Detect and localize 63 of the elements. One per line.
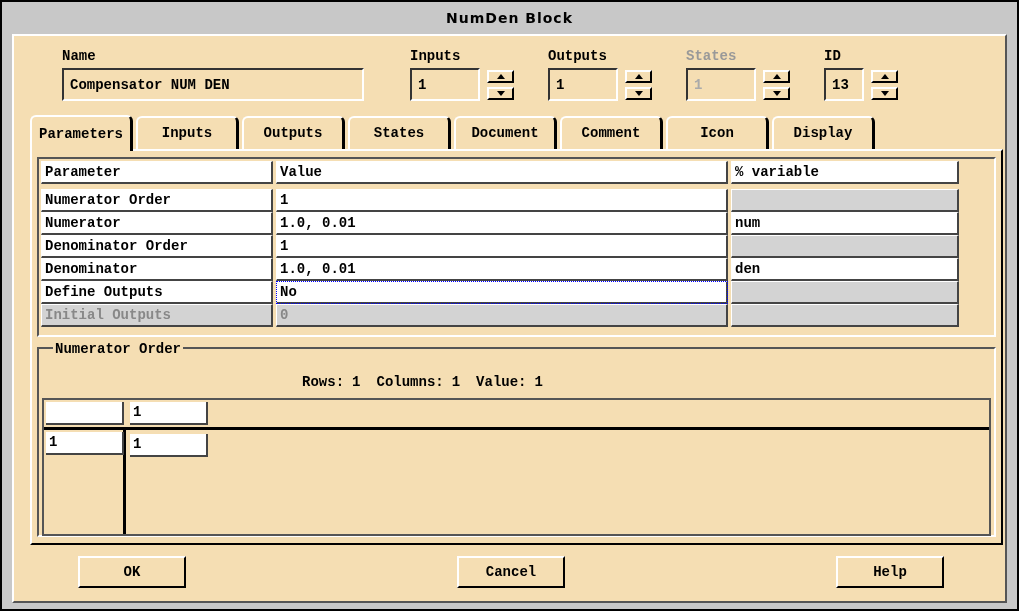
increment-button[interactable] [487, 70, 514, 83]
summary-label: Rows: [302, 373, 345, 392]
tab[interactable]: Comment [560, 116, 663, 149]
number-field[interactable]: 1 [548, 68, 618, 101]
decrement-button[interactable] [487, 87, 514, 100]
down-arrow-icon [771, 90, 782, 97]
table-cell: 0 [276, 304, 728, 327]
field-label: States [686, 47, 738, 66]
field-label: ID [824, 47, 842, 66]
table-cell[interactable]: 1 [276, 189, 728, 212]
table-cell[interactable]: 1.0, 0.01 [276, 258, 728, 281]
decrement-button[interactable] [763, 87, 790, 100]
tab[interactable]: Display [772, 116, 875, 149]
summary-value: 1 [352, 373, 361, 392]
up-arrow-icon [771, 73, 782, 80]
increment-button[interactable] [871, 70, 898, 83]
number-field[interactable]: 1 [410, 68, 480, 101]
down-arrow-icon [495, 90, 506, 97]
down-arrow-icon [879, 90, 890, 97]
up-arrow-icon [633, 73, 644, 80]
field-label: Inputs [410, 47, 462, 66]
tab[interactable]: Outputs [242, 116, 345, 149]
field-label: Outputs [548, 47, 608, 66]
tab[interactable]: Parameters [30, 115, 133, 151]
table-cell: Initial Outputs [41, 304, 273, 327]
increment-button[interactable] [625, 70, 652, 83]
table-cell: Denominator [41, 258, 273, 281]
name-field[interactable]: Compensator NUM DEN [62, 68, 364, 101]
dialog-button[interactable]: Cancel [457, 556, 565, 588]
table-cell: Numerator Order [41, 189, 273, 212]
table-cell: Define Outputs [41, 281, 273, 304]
table-cell[interactable]: No [276, 281, 728, 304]
down-arrow-icon [633, 90, 644, 97]
matrix-cell[interactable]: 1 [130, 434, 208, 457]
column-header: Value [276, 161, 728, 184]
column-header: Parameter [41, 161, 273, 184]
summary-value: 1 [451, 373, 461, 392]
decrement-button[interactable] [871, 87, 898, 100]
up-arrow-icon [879, 73, 890, 80]
table-cell[interactable]: num [731, 212, 959, 235]
dialog-button[interactable]: OK [78, 556, 186, 588]
decrement-button[interactable] [625, 87, 652, 100]
summary-label: Value: [476, 373, 527, 392]
table-cell[interactable]: 1.0, 0.01 [276, 212, 728, 235]
tab[interactable]: Inputs [136, 116, 239, 149]
column-header: 1 [130, 402, 208, 425]
window-title: NumDen Block [445, 8, 574, 28]
table-cell[interactable]: 1 [276, 235, 728, 258]
column-header: % variable [731, 161, 959, 184]
up-arrow-icon [495, 73, 506, 80]
row-header: 1 [46, 432, 124, 455]
dialog-button[interactable]: Help [836, 556, 944, 588]
increment-button[interactable] [763, 70, 790, 83]
tab[interactable]: States [348, 116, 451, 149]
summary-value: 1 [534, 373, 543, 392]
number-field[interactable]: 13 [824, 68, 864, 101]
table-cell: Numerator [41, 212, 273, 235]
table-cell[interactable]: den [731, 258, 959, 281]
tab[interactable]: Icon [666, 116, 769, 149]
table-cell: Denominator Order [41, 235, 273, 258]
field-label: Name [62, 47, 97, 66]
summary-label: Columns: [376, 373, 444, 392]
tab[interactable]: Document [454, 116, 557, 149]
